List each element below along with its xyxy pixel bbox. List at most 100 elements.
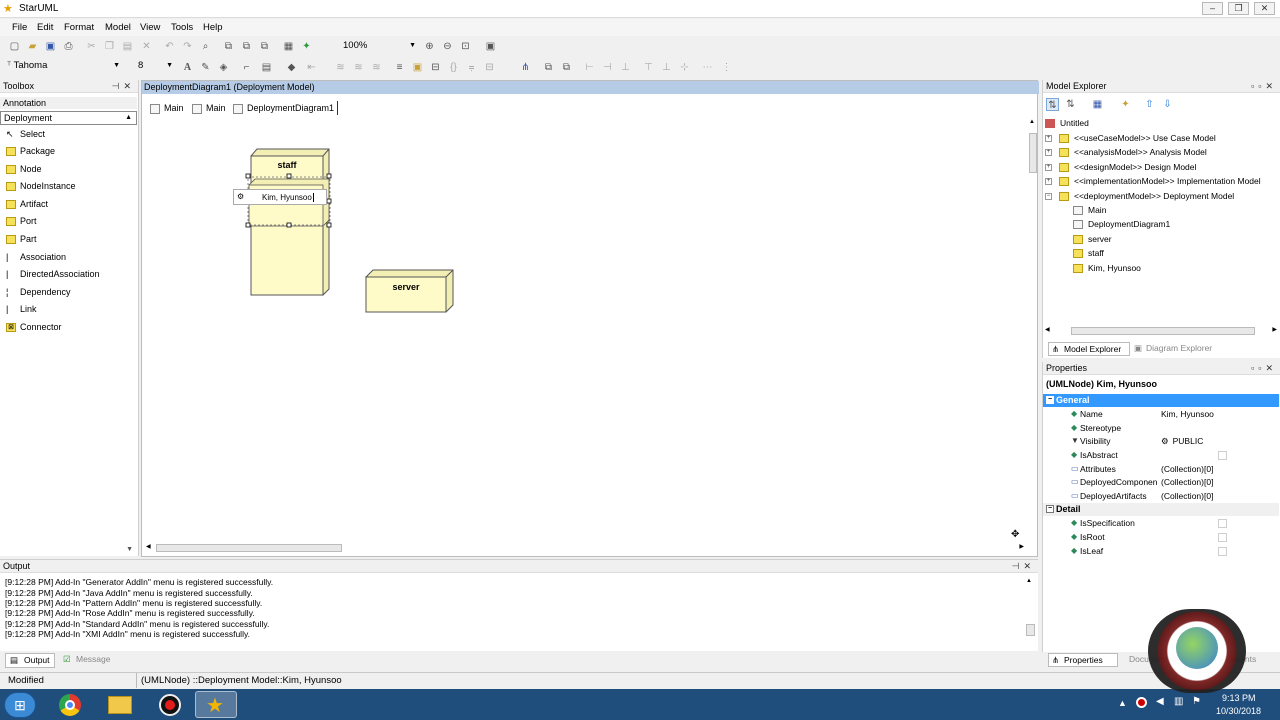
menu-help[interactable]: Help <box>203 22 223 33</box>
scroll-down-icon[interactable]: ▼ <box>126 546 133 553</box>
tool-directedassociation[interactable]: | DirectedAssociation <box>0 266 137 283</box>
tray-record-icon[interactable] <box>1136 697 1147 708</box>
tool-package[interactable]: Package <box>0 143 137 160</box>
copy-icon[interactable]: ❐ <box>103 40 116 53</box>
collapse-icon[interactable]: − <box>1046 396 1054 404</box>
inline-name-editor[interactable]: ⚙ Kim, Hyunsoo <box>233 189 327 205</box>
sort-type-icon[interactable]: ⇅ <box>1064 98 1077 111</box>
pen-icon[interactable]: ✎ <box>199 61 212 74</box>
zoom-out-icon[interactable]: ⊖ <box>441 40 454 53</box>
diagram-canvas[interactable]: staff server <box>142 81 1037 556</box>
expand-icon[interactable]: + <box>1045 178 1052 185</box>
cut-icon[interactable]: ✂ <box>85 40 98 53</box>
prop-stereotype[interactable]: ◆ Stereotype <box>1043 421 1279 435</box>
tree-staff[interactable]: staff <box>1073 246 1104 260</box>
scroll-right-icon[interactable]: ▶ <box>1272 326 1277 333</box>
menu-model[interactable]: Model <box>105 22 131 33</box>
new-file-icon[interactable]: ▢ <box>8 40 21 53</box>
distribute-icon[interactable]: ⋯ <box>701 61 714 74</box>
tree-implementation-model[interactable]: <<implementationModel>> Implementation M… <box>1059 174 1261 188</box>
expand-icon[interactable]: + <box>1045 164 1052 171</box>
tab-diagram-explorer[interactable]: ▣ Diagram Explorer <box>1131 342 1231 356</box>
tool-nodeinstance[interactable]: NodeInstance <box>0 178 137 195</box>
explorer-hscroll[interactable]: ◀ ▶ <box>1045 326 1277 336</box>
tool-artifact[interactable]: Artifact <box>0 196 137 213</box>
tray-network-icon[interactable]: ▥ <box>1174 696 1183 707</box>
align-middle-icon[interactable]: ⊹ <box>678 61 691 74</box>
pin-close-icons[interactable]: ⊣✕ <box>112 80 135 93</box>
line-style-icon[interactable]: ⌐ <box>240 61 253 74</box>
group-general[interactable]: − General <box>1043 394 1279 407</box>
tool-dependency[interactable]: ¦ Dependency <box>0 284 137 301</box>
tool-connector[interactable]: ⊠ Connector <box>0 319 137 336</box>
send-back-icon[interactable]: ⧉ <box>560 61 573 74</box>
suppress-icon-3[interactable]: ≋ <box>370 61 383 74</box>
close-button[interactable]: ✕ <box>1254 2 1275 15</box>
prop-isspecification[interactable]: ◆ IsSpecification <box>1043 516 1279 530</box>
scroll-left-icon[interactable]: ◀ <box>146 543 151 550</box>
tool-port[interactable]: Port <box>0 213 137 230</box>
show-icon-6[interactable]: ⊟ <box>483 61 496 74</box>
prop-isabstract[interactable]: ◆ IsAbstract <box>1043 448 1279 462</box>
toolbox-section-deployment[interactable]: Deployment ▲ <box>0 111 137 125</box>
chrome-taskbar-button[interactable] <box>49 691 91 718</box>
recorder-taskbar-button[interactable] <box>149 691 191 718</box>
undo-icon[interactable]: ↶ <box>163 40 176 53</box>
show-icon-5[interactable]: ⩦ <box>465 61 478 74</box>
isspecification-checkbox[interactable] <box>1218 519 1227 528</box>
print-icon[interactable]: ⎙ <box>62 40 75 53</box>
show-icon-2[interactable]: ▣ <box>411 61 424 74</box>
minimize-button[interactable]: ‒ <box>1202 2 1223 15</box>
tab-model-explorer[interactable]: ⋔ Model Explorer <box>1048 342 1130 356</box>
align-bottom-icon[interactable]: ⊥ <box>660 61 673 74</box>
isabstract-checkbox[interactable] <box>1218 451 1227 460</box>
tree-deploymentdiagram1[interactable]: DeploymentDiagram1 <box>1073 217 1170 231</box>
tree-usecase-model[interactable]: <<useCaseModel>> Use Case Model <box>1059 131 1216 145</box>
prop-isroot[interactable]: ◆ IsRoot <box>1043 530 1279 544</box>
tray-volume-icon[interactable]: ◀ <box>1156 696 1164 707</box>
prop-deployedartifacts[interactable]: ▭ DeployedArtifacts (Collection)[0] <box>1043 489 1279 503</box>
tree-main-diagram[interactable]: Main <box>1073 203 1106 217</box>
pin-close-icons[interactable]: ⊣✕ <box>1012 560 1035 573</box>
diagram-hscroll-thumb[interactable] <box>156 544 342 552</box>
output-vscroll-thumb[interactable] <box>1026 624 1035 636</box>
panel-window-icons[interactable]: ▫▫✕ <box>1251 80 1277 93</box>
move-up-icon[interactable]: ⇧ <box>1143 98 1156 111</box>
tab-message[interactable]: ☑ Message <box>60 653 120 668</box>
fill-icon[interactable]: ◈ <box>217 61 230 74</box>
diagram-vscroll-thumb[interactable] <box>1029 133 1037 173</box>
font-size-select[interactable]: 8 ▼ <box>135 59 175 74</box>
tray-flag-icon[interactable]: ⚑ <box>1192 696 1201 707</box>
diagram-icon-2[interactable]: ⧉ <box>240 40 253 53</box>
scroll-left-icon[interactable]: ◀ <box>1045 326 1050 333</box>
suppress-icon-1[interactable]: ≋ <box>334 61 347 74</box>
delete-icon[interactable]: ✕ <box>140 40 153 53</box>
menu-format[interactable]: Format <box>64 22 94 33</box>
collapse-icon[interactable]: − <box>1046 505 1054 513</box>
maximize-button[interactable]: ❐ <box>1228 2 1249 15</box>
explorer-taskbar-button[interactable] <box>99 691 141 718</box>
model-check-icon[interactable]: ✦ <box>300 40 313 53</box>
zoom-select[interactable]: 100% ▼ <box>340 39 418 54</box>
menu-tools[interactable]: Tools <box>171 22 193 33</box>
tray-expand-icon[interactable]: ▲ <box>1118 698 1127 708</box>
show-icon-1[interactable]: ≡ <box>393 61 406 74</box>
tree-design-model[interactable]: <<designModel>> Design Model <box>1059 160 1196 174</box>
tree-kim-hyunsoo[interactable]: Kim, Hyunsoo <box>1073 261 1141 275</box>
collapse-icon[interactable]: − <box>1045 193 1052 200</box>
tab-properties[interactable]: ⋔ Properties <box>1048 653 1118 667</box>
stereotype-icon[interactable]: ◆ <box>285 61 298 74</box>
align-center-icon[interactable]: ⊥ <box>619 61 632 74</box>
output-vscroll[interactable]: ▲ <box>1026 578 1036 638</box>
prop-attributes[interactable]: ▭ Attributes (Collection)[0] <box>1043 462 1279 476</box>
tree-server[interactable]: server <box>1073 232 1112 246</box>
isleaf-checkbox[interactable] <box>1218 547 1227 556</box>
find-icon[interactable]: ⌕ <box>199 40 212 53</box>
tree-root-untitled[interactable]: Untitled <box>1045 116 1089 130</box>
model-icon[interactable]: ✦ <box>1119 98 1132 111</box>
tool-select[interactable]: ↖ Select <box>0 126 137 143</box>
tree-deployment-model[interactable]: <<deploymentModel>> Deployment Model <box>1059 189 1234 203</box>
scroll-up-icon[interactable]: ▲ <box>1026 578 1032 584</box>
scroll-right-icon[interactable]: ▶ <box>1019 543 1024 550</box>
diagram-hscroll[interactable]: ◀ ▶ <box>144 543 1024 553</box>
